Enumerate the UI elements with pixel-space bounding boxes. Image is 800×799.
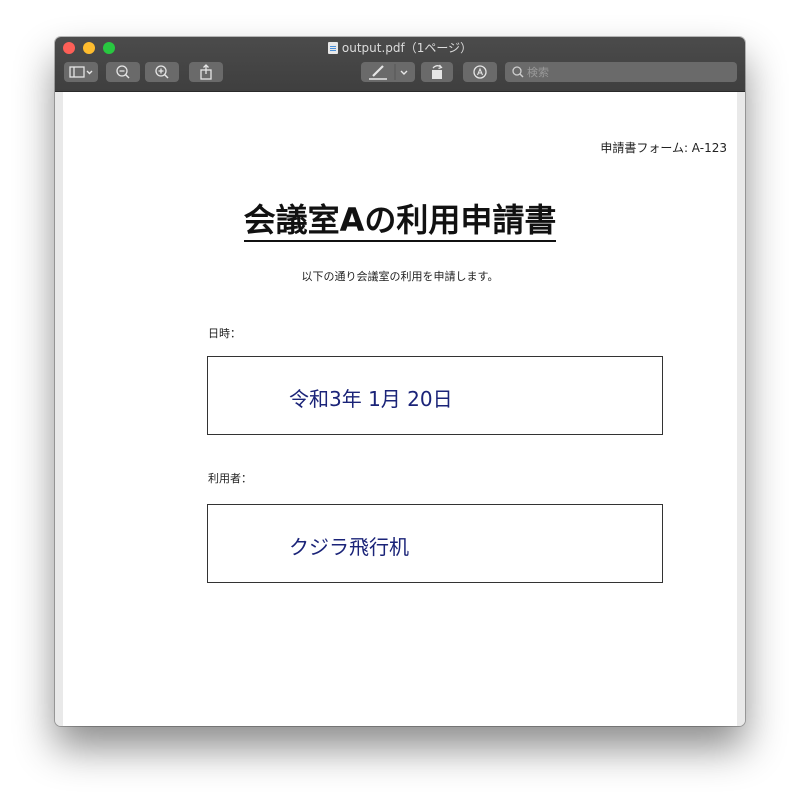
markup-pen-icon bbox=[369, 64, 408, 80]
date-value: 令和3年 1月 20日 bbox=[289, 387, 453, 411]
search-icon bbox=[512, 66, 524, 78]
window-title: output.pdf（1ページ） bbox=[55, 40, 745, 56]
user-value: クジラ飛行机 bbox=[289, 535, 409, 559]
user-box: クジラ飛行机 bbox=[207, 504, 663, 583]
zoom-out-icon bbox=[116, 65, 130, 79]
user-label: 利用者： bbox=[208, 472, 252, 485]
document-title: 会議室Aの利用申請書 bbox=[63, 195, 737, 242]
rotate-button[interactable] bbox=[421, 62, 453, 82]
search-field[interactable] bbox=[505, 62, 737, 82]
window-title-text: output.pdf（1ページ） bbox=[341, 41, 473, 55]
markup-button[interactable] bbox=[361, 62, 415, 82]
zoom-out-button[interactable] bbox=[106, 62, 140, 82]
title-bar: output.pdf（1ページ） bbox=[55, 37, 745, 92]
share-button[interactable] bbox=[189, 62, 223, 82]
document-viewer[interactable]: 申請書フォーム: A-123 会議室Aの利用申請書 以下の通り会議室の利用を申請… bbox=[55, 92, 745, 726]
sidebar-icon bbox=[69, 66, 93, 78]
share-icon bbox=[200, 64, 212, 80]
zoom-in-button[interactable] bbox=[145, 62, 179, 82]
search-input[interactable] bbox=[527, 62, 727, 82]
form-id-label: 申請書フォーム: A-123 bbox=[600, 141, 727, 155]
annotate-icon bbox=[473, 65, 487, 79]
annotate-button[interactable] bbox=[463, 62, 497, 82]
preview-window: output.pdf（1ページ） 検索 申請書フォーム: A-123 会議室Aの… bbox=[55, 37, 745, 726]
document-title-text: 会議室Aの利用申請書 bbox=[243, 201, 557, 242]
zoom-in-icon bbox=[155, 65, 169, 79]
pdf-page: 申請書フォーム: A-123 会議室Aの利用申請書 以下の通り会議室の利用を申請… bbox=[63, 92, 737, 726]
intro-text: 以下の通り会議室の利用を申請します。 bbox=[301, 270, 499, 283]
document-icon bbox=[327, 42, 338, 54]
sidebar-toggle-button[interactable] bbox=[64, 62, 98, 82]
rotate-icon bbox=[432, 64, 443, 79]
date-box: 令和3年 1月 20日 bbox=[207, 356, 663, 435]
date-label: 日時： bbox=[208, 327, 241, 340]
